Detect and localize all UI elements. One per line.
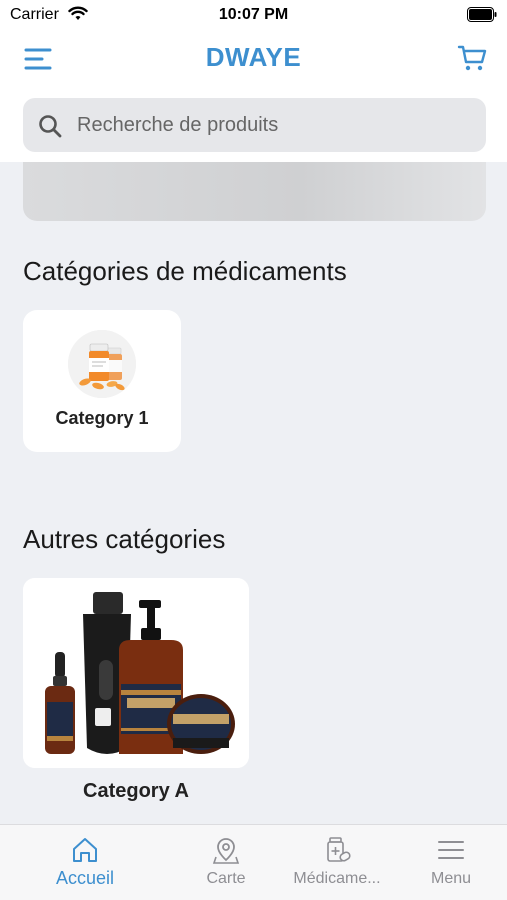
search-bar-container	[0, 88, 507, 162]
product-category-card[interactable]	[23, 578, 249, 768]
search-icon	[39, 115, 62, 138]
battery-icon	[467, 7, 497, 22]
promo-banner[interactable]	[23, 162, 486, 221]
tab-label: Accueil	[55, 868, 115, 888]
search-input[interactable]	[77, 98, 477, 152]
grooming-products-image	[23, 578, 249, 768]
tab-accueil[interactable]: Accueil	[20, 825, 150, 900]
home-icon	[73, 838, 97, 862]
tab-menu[interactable]: Menu	[386, 825, 507, 900]
search-bar[interactable]	[23, 98, 486, 152]
medicine-categories-title: Catégories de médicaments	[23, 256, 347, 286]
tab-medicaments[interactable]: Médicame...	[272, 825, 402, 900]
medicine-icon	[327, 837, 351, 862]
app-title: DWAYE	[205, 42, 302, 72]
pill-bottles-image	[68, 330, 136, 398]
hamburger-icon	[438, 841, 464, 859]
app-header: DWAYE	[0, 32, 507, 88]
bottom-tab-bar: Accueil Carte Médicame... Menu	[0, 824, 507, 900]
tab-label: Médicame...	[293, 870, 381, 887]
tab-label: Menu	[430, 870, 472, 887]
map-pin-icon	[212, 838, 240, 864]
main-content: Catégories de médicaments Category 1 Aut…	[0, 162, 507, 824]
product-category-label: Category A	[83, 780, 189, 802]
category-card[interactable]: Category 1	[23, 310, 181, 452]
clock: 10:07 PM	[218, 6, 289, 23]
other-categories-title: Autres catégories	[23, 524, 226, 554]
category-label: Category 1	[55, 408, 149, 428]
status-bar: Carrier 10:07 PM	[0, 0, 507, 32]
cart-icon[interactable]	[457, 44, 487, 72]
